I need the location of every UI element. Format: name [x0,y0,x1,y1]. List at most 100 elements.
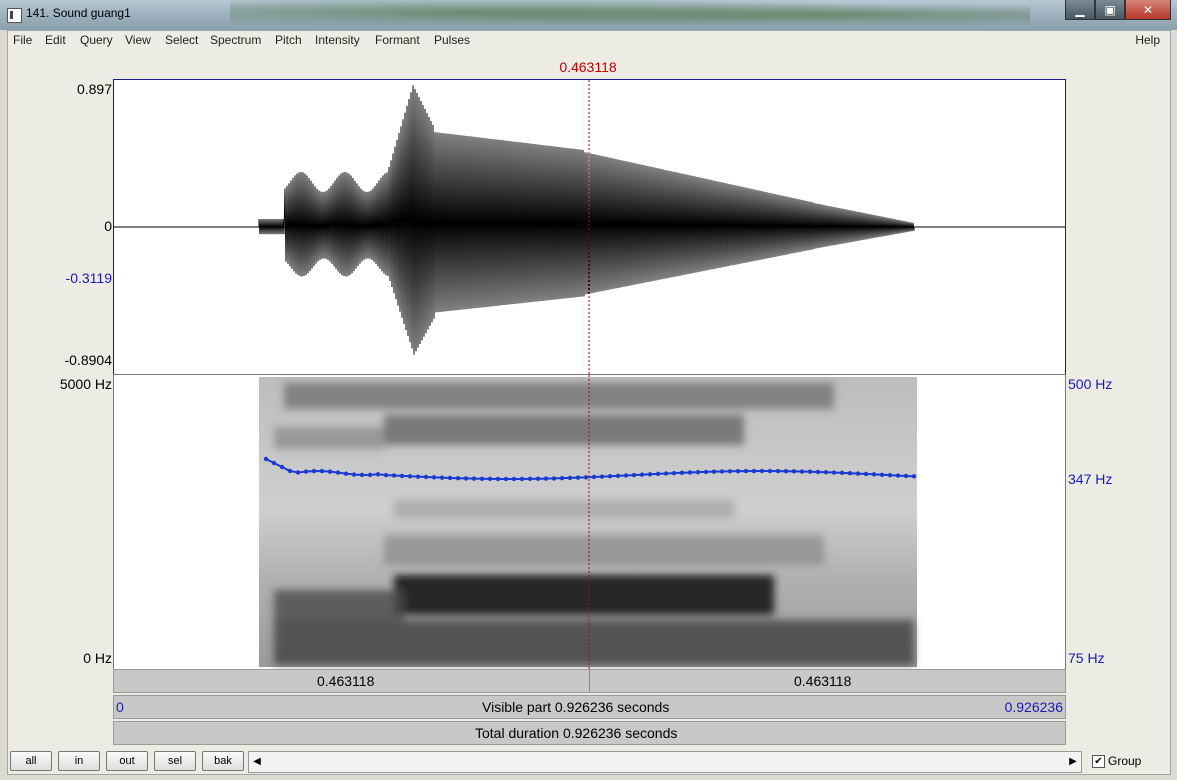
pitch-point [271,460,277,466]
pitch-point [839,470,845,476]
pitch-point [863,471,869,477]
pitch-point [447,475,453,481]
menu-select[interactable]: Select [165,33,198,47]
waveform-panel[interactable] [113,79,1066,375]
pitch-axis-min: 75 Hz [1068,650,1105,666]
pitch-point [575,475,581,480]
visible-end-time: 0.926236 [1004,699,1063,715]
pitch-point [479,476,485,481]
total-duration-label: Total duration 0.926236 seconds [475,725,678,741]
menu-formant[interactable]: Formant [375,33,420,47]
pitch-point [815,469,821,475]
zoom-in-button[interactable]: in [58,751,100,771]
pitch-point [807,469,813,474]
zoom-back-button[interactable]: bak [202,751,244,771]
pitch-point [831,470,837,475]
pitch-point [311,468,317,474]
pitch-point [591,474,597,480]
close-button[interactable]: ✕ [1125,0,1171,20]
pitch-point [735,468,741,474]
pitch-point [599,474,605,479]
pitch-point [287,468,293,474]
pitch-point [607,474,613,479]
pitch-point [391,473,397,478]
praat-app-icon[interactable] [7,8,22,23]
pitch-point [487,476,493,482]
pitch-point [455,475,461,481]
pitch-point [359,472,365,478]
pitch-point [727,469,733,474]
pitch-point [495,476,501,482]
pitch-point [503,476,509,482]
scroll-left-icon[interactable]: ◀ [249,752,265,772]
pitch-point [335,470,341,475]
pitch-point [663,471,669,476]
pitch-point [463,476,469,481]
menu-query[interactable]: Query [80,33,113,47]
pitch-point [679,470,685,475]
pitch-point [751,468,757,474]
visible-start-time: 0 [116,699,124,715]
pitch-point [407,474,413,479]
pitch-point [583,475,589,480]
menu-intensity[interactable]: Intensity [315,33,360,47]
spectrogram-panel[interactable] [113,374,1066,670]
menu-pitch[interactable]: Pitch [275,33,302,47]
pitch-point [551,476,557,481]
menu-file[interactable]: File [13,33,32,47]
bottom-toolbar: all in out sel bak ◀ ▶ ✔ Group [8,747,1170,774]
visible-part-label: Visible part 0.926236 seconds [482,699,670,715]
waveform-y-min: -0.8904 [64,352,112,368]
pitch-point [895,473,901,478]
menu-edit[interactable]: Edit [45,33,66,47]
pitch-point [439,475,445,480]
pitch-point [279,464,285,470]
pitch-point [855,471,861,476]
menu-bar: File Edit Query View Select Spectrum Pit… [8,31,1170,49]
waveform-y-max: 0.897 [76,81,112,97]
minimize-button[interactable]: ▁ [1065,0,1095,20]
window-title: 141. Sound guang1 [26,6,131,20]
menu-pulses[interactable]: Pulses [434,33,470,47]
group-checkbox[interactable]: ✔ [1092,755,1105,768]
pitch-point [399,473,405,479]
pitch-point [655,471,661,477]
pitch-point [431,475,437,480]
pitch-point [567,475,573,481]
menu-help[interactable]: Help [1135,33,1160,47]
zoom-selection-button[interactable]: sel [154,751,196,771]
pitch-point [631,472,637,478]
pitch-point [527,476,533,482]
pitch-point [423,474,429,480]
zoom-all-button[interactable]: all [10,751,52,771]
window-controls: ▁ ▣ ✕ [1065,0,1171,20]
pitch-point [623,473,629,478]
pitch-point [719,469,725,474]
scroll-right-icon[interactable]: ▶ [1065,752,1081,772]
pitch-point [703,469,709,475]
pitch-point [327,469,333,474]
waveform-y-cursor-value: -0.3119 [65,270,112,286]
waveform-plot [114,80,1065,374]
spectrogram-freq-max: 5000 Hz [59,376,112,392]
pitch-axis-max: 500 Hz [1068,376,1113,392]
pitch-axis-cursor: 347 Hz [1068,471,1113,487]
pitch-point [543,476,549,481]
spectrogram-freq-min: 0 Hz [83,650,112,666]
visible-part-bar[interactable]: 0 Visible part 0.926236 seconds 0.926236 [113,695,1066,719]
zoom-out-button[interactable]: out [106,751,148,771]
pitch-point [767,468,773,474]
pitch-point [759,468,765,474]
pitch-point [471,476,477,481]
time-scrollbar[interactable]: ◀ ▶ [248,751,1082,773]
pitch-point [263,456,269,462]
menu-spectrum[interactable]: Spectrum [210,33,261,47]
pitch-point [775,468,781,474]
pitch-point [791,469,797,474]
selection-time-bar[interactable]: 0.463118 0.463118 [113,669,1066,693]
pitch-point [375,472,381,477]
total-duration-bar[interactable]: Total duration 0.926236 seconds [113,721,1066,745]
menu-view[interactable]: View [125,33,151,47]
pitch-point [799,469,805,474]
maximize-button[interactable]: ▣ [1095,0,1125,20]
